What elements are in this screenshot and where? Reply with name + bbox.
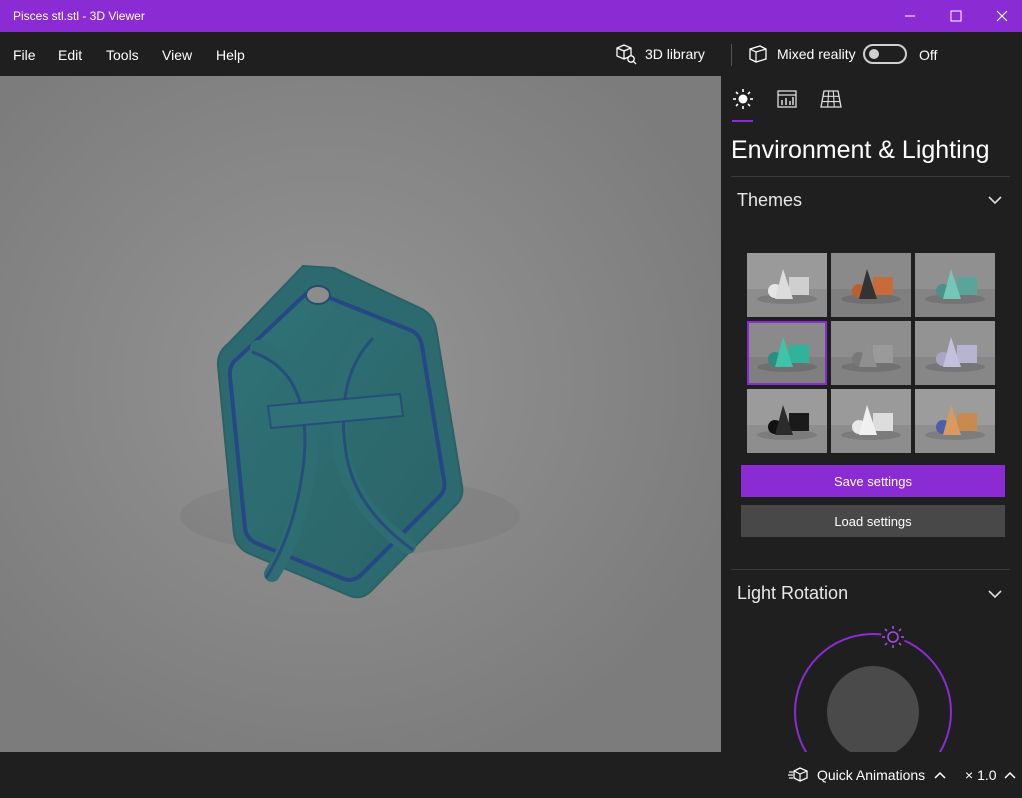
theme-preview-icon [747,321,827,385]
3d-library-icon [616,44,637,65]
chevron-down-icon[interactable] [987,588,1003,600]
animation-speed-button[interactable]: × 1.0 [965,752,1017,798]
themes-section-header[interactable]: Themes [737,190,802,211]
maximize-button[interactable] [933,0,979,32]
toolbar-separator [731,44,732,66]
theme-5[interactable] [831,321,911,385]
tab-grid[interactable] [819,86,843,112]
mixed-reality-toggle[interactable] [863,44,907,64]
divider [731,176,1010,177]
quick-animations-button[interactable]: Quick Animations [788,752,947,798]
theme-3[interactable] [915,253,995,317]
menu-view[interactable]: View [162,47,192,63]
chevron-up-icon [934,771,946,779]
tab-stats[interactable] [775,86,799,112]
settings-panel: Environment & Lighting Themes Save setti… [721,76,1022,752]
toggle-knob [869,49,879,59]
menu-file[interactable]: File [13,47,36,63]
menu-edit[interactable]: Edit [58,47,82,63]
animation-speed-label: × 1.0 [965,767,997,783]
light-sun-handle-icon[interactable] [881,625,905,649]
menu-help[interactable]: Help [216,47,245,63]
title-bar: Pisces stl.stl - 3D Viewer [0,0,1022,32]
theme-4[interactable] [747,321,827,385]
close-button[interactable] [979,0,1022,32]
close-icon [996,10,1008,22]
mixed-reality-label: Mixed reality [777,46,856,62]
theme-7[interactable] [747,389,827,453]
status-bar: Quick Animations × 1.0 [0,752,1022,798]
theme-preview-icon [915,321,995,385]
chevron-up-icon [1004,771,1016,779]
grid-icon [820,90,842,108]
theme-6[interactable] [915,321,995,385]
3d-library-button[interactable]: 3D library [615,32,705,76]
save-settings-button[interactable]: Save settings [741,465,1005,497]
theme-preview-icon [747,389,827,453]
light-rotation-dial[interactable] [781,616,961,752]
minimize-button[interactable] [887,0,933,32]
sun-icon [733,89,753,109]
mixed-reality-icon [749,45,767,63]
load-settings-button[interactable]: Load settings [741,505,1005,537]
theme-preview-icon [915,253,995,317]
mixed-reality-state: Off [919,47,938,63]
divider [731,569,1010,570]
chevron-down-icon[interactable] [987,194,1003,206]
theme-preview-icon [831,321,911,385]
menu-bar: File Edit Tools View Help 3D library Mix… [0,32,1022,76]
window-title: Pisces stl.stl - 3D Viewer [13,9,145,23]
pisces-pendant-model[interactable] [0,76,721,752]
stats-icon [777,90,797,108]
menu-tools[interactable]: Tools [106,47,139,63]
quick-animations-label: Quick Animations [817,767,926,783]
theme-2[interactable] [831,253,911,317]
animation-icon [788,767,808,782]
theme-9[interactable] [915,389,995,453]
mixed-reality-button[interactable]: Mixed reality [747,32,856,76]
theme-preview-icon [747,253,827,317]
theme-preview-icon [831,389,911,453]
theme-preview-icon [915,389,995,453]
minimize-icon [905,15,915,17]
active-tab-indicator [732,120,753,122]
maximize-icon [950,10,962,22]
theme-preview-icon [831,253,911,317]
3d-library-label: 3D library [645,46,705,62]
theme-1[interactable] [747,253,827,317]
theme-8[interactable] [831,389,911,453]
tab-lighting[interactable] [731,86,755,112]
light-rotation-section-header[interactable]: Light Rotation [737,583,848,604]
3d-viewport[interactable] [0,76,721,752]
panel-title: Environment & Lighting [731,136,990,164]
